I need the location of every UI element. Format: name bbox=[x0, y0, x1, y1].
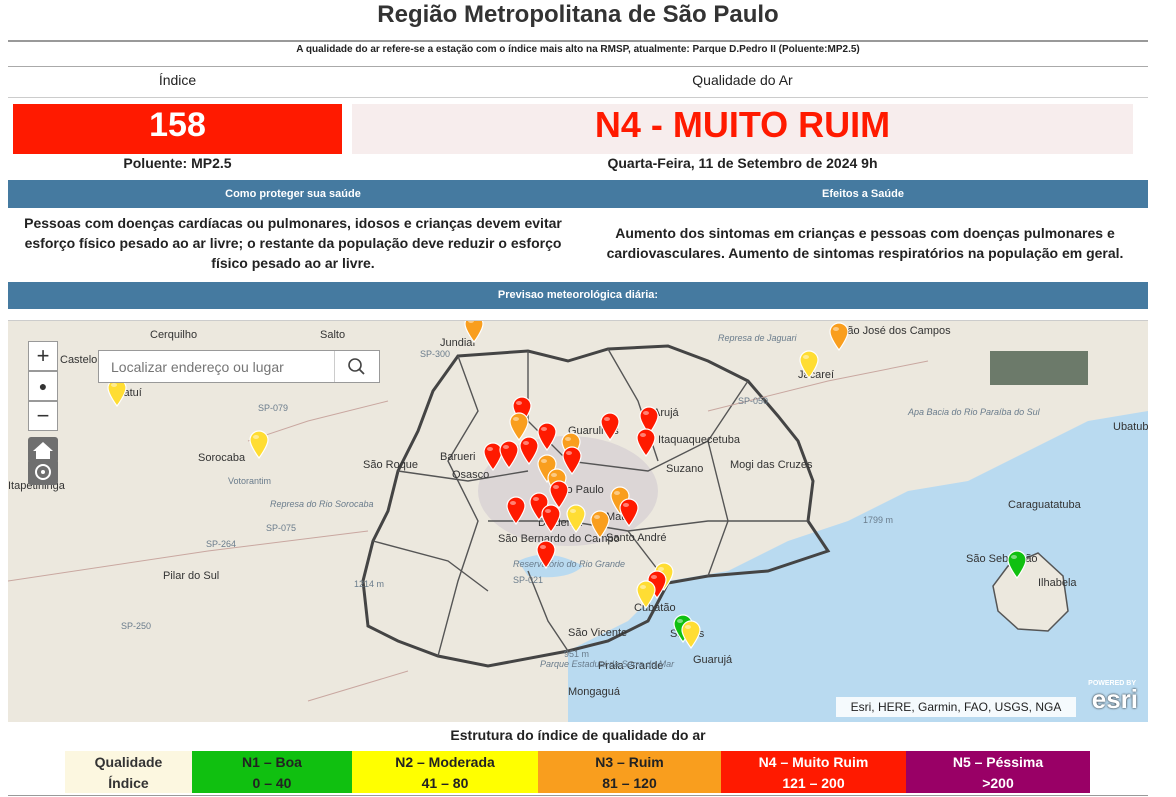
globe-button[interactable]: ● bbox=[28, 371, 58, 401]
place-label: Salto bbox=[320, 329, 346, 341]
legend-range-n4: 121 – 200 bbox=[721, 772, 906, 793]
search-input[interactable] bbox=[99, 351, 335, 382]
place-label: Castelo bbox=[60, 354, 98, 366]
terrain-thumbnail bbox=[990, 351, 1088, 385]
protect-header: Como proteger sua saúde bbox=[8, 180, 578, 208]
station-marker-icon[interactable] bbox=[463, 320, 485, 343]
place-label: Caraguatatuba bbox=[1008, 499, 1081, 511]
place-label: Represa de Jaguari bbox=[718, 333, 797, 343]
place-label: Cerquilho bbox=[150, 329, 198, 341]
station-marker-icon[interactable] bbox=[498, 439, 520, 469]
place-label: Reservatório do Rio Grande bbox=[513, 559, 626, 569]
legend-range-n1: 0 – 40 bbox=[192, 772, 352, 793]
index-value-box: 158 bbox=[13, 104, 342, 154]
place-label: Suzano bbox=[666, 463, 704, 475]
place-label: SP-250 bbox=[121, 621, 152, 631]
station-marker-icon[interactable] bbox=[635, 579, 657, 609]
station-marker-icon[interactable] bbox=[798, 349, 820, 379]
esri-wordmark: esri bbox=[1091, 684, 1138, 714]
search-icon bbox=[348, 358, 365, 375]
station-marker-icon[interactable] bbox=[589, 509, 611, 539]
legend-row-label: Qualidade bbox=[65, 751, 192, 772]
index-header: Índice bbox=[158, 72, 197, 88]
place-label: SP-050 bbox=[738, 396, 769, 406]
locate-button[interactable] bbox=[28, 459, 58, 485]
effects-text: Aumento dos sintomas em crianças e pesso… bbox=[606, 225, 1124, 261]
station-marker-icon[interactable] bbox=[535, 539, 557, 569]
station-marker-icon[interactable] bbox=[248, 429, 270, 459]
station-note: A qualidade do ar refere-se a estação co… bbox=[296, 44, 860, 55]
place-label: Votorantim bbox=[228, 476, 272, 486]
quality-value-box: N4 - MUITO RUIM bbox=[352, 104, 1133, 154]
divider bbox=[8, 40, 1148, 42]
esri-logo: POWERED BY esri bbox=[1078, 680, 1142, 716]
legend-level-n1: N1 – Boa bbox=[192, 751, 352, 772]
legend-title: Estrutura do índice de qualidade do ar bbox=[450, 727, 706, 743]
forecast-header: Previsao meteorológica diária: bbox=[8, 282, 1148, 309]
place-label: Guarujá bbox=[693, 654, 733, 666]
zoom-out-button[interactable]: − bbox=[28, 401, 58, 431]
legend-quality-row: Qualidade N1 – Boa N2 – Moderada N3 – Ru… bbox=[65, 751, 1090, 772]
station-marker-icon[interactable] bbox=[618, 497, 640, 527]
divider bbox=[8, 795, 1148, 796]
place-label: Barueri bbox=[440, 451, 476, 463]
place-label: SP-300 bbox=[420, 349, 451, 359]
place-label: Pilar do Sul bbox=[163, 570, 220, 582]
place-label: Mogi das Cruzes bbox=[730, 459, 813, 471]
legend-index-row: Índice 0 – 40 41 – 80 81 – 120 121 – 200… bbox=[65, 772, 1090, 793]
map-attribution: Esri, HERE, Garmin, FAO, USGS, NGA bbox=[836, 697, 1076, 717]
place-label: SP-021 bbox=[513, 575, 544, 585]
legend-row-label: Índice bbox=[65, 772, 192, 793]
date-label: Quarta-Feira, 11 de Setembro de 2024 9h bbox=[607, 155, 878, 171]
locate-icon bbox=[35, 464, 51, 480]
place-label: Ubatuba bbox=[1113, 421, 1148, 433]
search-box[interactable] bbox=[98, 350, 380, 383]
legend-level-n5: N5 – Péssima bbox=[906, 751, 1090, 772]
station-marker-icon[interactable] bbox=[599, 411, 621, 441]
zoom-in-button[interactable]: + bbox=[28, 341, 58, 371]
place-label: São José dos Campos bbox=[840, 325, 951, 337]
place-label: Ilhabela bbox=[1038, 577, 1077, 589]
index-legend-table: Qualidade N1 – Boa N2 – Moderada N3 – Ru… bbox=[65, 751, 1090, 793]
legend-level-n3: N3 – Ruim bbox=[538, 751, 721, 772]
divider bbox=[8, 66, 1148, 67]
legend-level-n2: N2 – Moderada bbox=[352, 751, 538, 772]
divider bbox=[8, 97, 1148, 98]
station-marker-icon[interactable] bbox=[680, 619, 702, 649]
place-label: São Roque bbox=[363, 459, 419, 471]
place-label: SP-079 bbox=[258, 403, 289, 413]
station-marker-icon[interactable] bbox=[565, 503, 587, 533]
search-button[interactable] bbox=[334, 351, 379, 382]
station-marker-icon[interactable] bbox=[505, 495, 527, 525]
globe-icon: ● bbox=[38, 378, 48, 394]
pollutant-label: Poluente: MP2.5 bbox=[123, 155, 232, 171]
legend-level-n4: N4 – Muito Ruim bbox=[721, 751, 906, 772]
station-marker-icon[interactable] bbox=[540, 503, 562, 533]
place-label: SP-075 bbox=[266, 523, 297, 533]
page-title: Região Metropolitana de São Paulo bbox=[377, 1, 779, 28]
quality-header: Qualidade do Ar bbox=[692, 72, 793, 88]
place-label: Sorocaba bbox=[198, 452, 246, 464]
legend-range-n2: 41 – 80 bbox=[352, 772, 538, 793]
legend-range-n3: 81 – 120 bbox=[538, 772, 721, 793]
place-label: São Vicente bbox=[568, 627, 628, 639]
place-label: Itaquaquecetuba bbox=[658, 434, 740, 446]
place-label: Mongaguá bbox=[568, 686, 620, 698]
place-label: 1799 m bbox=[863, 515, 894, 525]
station-marker-icon[interactable] bbox=[635, 427, 657, 457]
place-label: Apa Bacia do Rio Paraíba do Sul bbox=[908, 407, 1040, 417]
station-marker-icon[interactable] bbox=[1006, 549, 1028, 579]
place-label: Parque Estadual da Serra do Mar bbox=[540, 659, 675, 669]
place-label: 951 m bbox=[564, 649, 590, 659]
station-marker-icon[interactable] bbox=[828, 321, 850, 351]
protect-text: Pessoas com doenças cardíacas ou pulmona… bbox=[24, 215, 562, 271]
legend-range-n5: >200 bbox=[906, 772, 1090, 793]
place-label: 1214 m bbox=[354, 579, 385, 589]
place-label: SP-264 bbox=[206, 539, 237, 549]
place-label: Represa do Rio Sorocaba bbox=[270, 499, 374, 509]
effects-header: Efeitos a Saúde bbox=[578, 180, 1148, 208]
